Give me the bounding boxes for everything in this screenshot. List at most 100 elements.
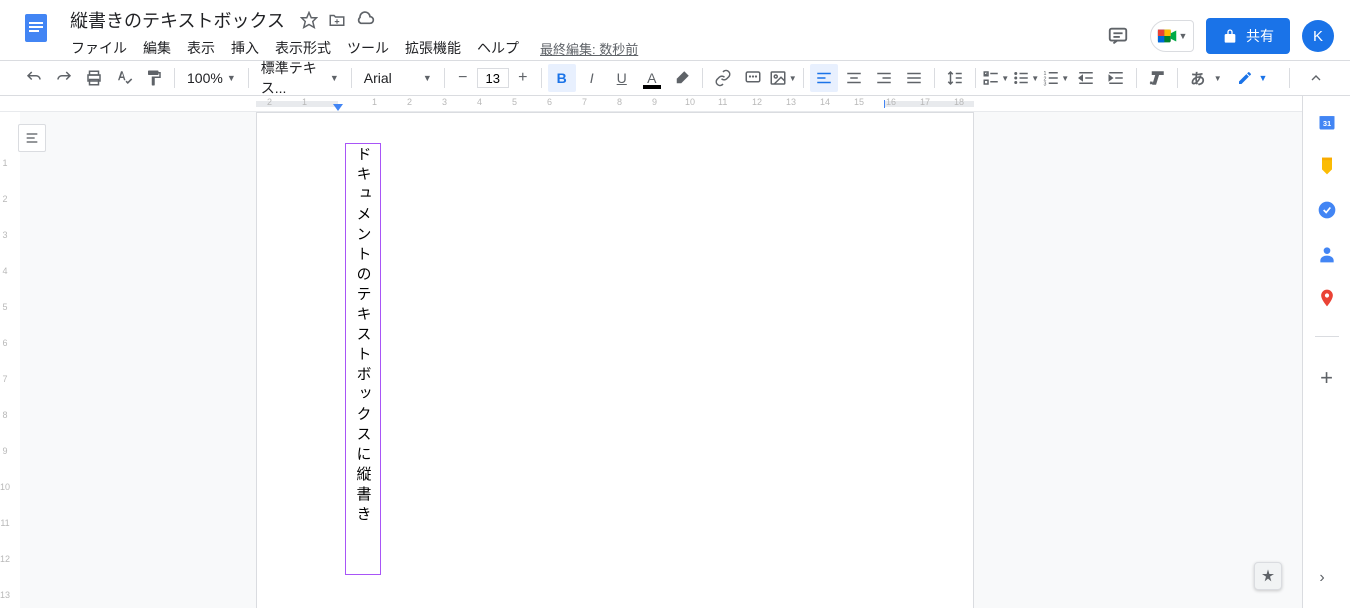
- ruler-h-tick: 5: [512, 97, 517, 107]
- side-panel-collapse-icon[interactable]: ›: [1310, 566, 1334, 590]
- outline-toggle-button[interactable]: [18, 124, 46, 152]
- ime-button[interactable]: あ: [1184, 64, 1212, 92]
- ruler-h-tick: 10: [685, 97, 695, 107]
- move-icon[interactable]: [327, 10, 347, 30]
- collapse-toolbar-icon[interactable]: [1302, 64, 1330, 92]
- style-select[interactable]: 標準テキス...▼: [255, 64, 345, 92]
- star-icon[interactable]: [299, 10, 319, 30]
- cloud-status-icon[interactable]: [355, 10, 375, 30]
- ruler-h-tick: 2: [267, 97, 272, 107]
- ruler-v-tick: 3: [0, 230, 12, 240]
- menu-view[interactable]: 表示: [180, 34, 222, 62]
- ruler-v-tick: 4: [0, 266, 12, 276]
- menu-help[interactable]: ヘルプ: [470, 34, 526, 62]
- comment-history-icon[interactable]: [1098, 16, 1138, 56]
- underline-button[interactable]: U: [608, 64, 636, 92]
- ruler-v-tick: 13: [0, 590, 12, 600]
- contacts-icon[interactable]: [1317, 244, 1337, 264]
- ruler-h-tick: 16: [886, 97, 896, 107]
- ruler-h-tick: 4: [477, 97, 482, 107]
- ruler-v-tick: 9: [0, 446, 12, 456]
- last-edit-link[interactable]: 最終編集: 数秒前: [540, 39, 638, 58]
- side-panel: 31 +: [1302, 96, 1350, 608]
- image-button[interactable]: ▼: [769, 64, 797, 92]
- horizontal-ruler[interactable]: 21123456789101112131415161718: [0, 96, 1302, 112]
- redo-button[interactable]: [50, 64, 78, 92]
- ruler-h-tick: 14: [820, 97, 830, 107]
- ruler-h-tick: 15: [854, 97, 864, 107]
- page[interactable]: ドキュメントのテキストボックスに縦書き: [256, 112, 974, 608]
- indent-increase-button[interactable]: [1102, 64, 1130, 92]
- vertical-text-box[interactable]: ドキュメントのテキストボックスに縦書き: [345, 143, 381, 575]
- font-size-increase[interactable]: +: [511, 66, 535, 90]
- ruler-h-tick: 17: [920, 97, 930, 107]
- font-size-decrease[interactable]: −: [451, 66, 475, 90]
- explore-button[interactable]: [1254, 562, 1282, 590]
- svg-text:3: 3: [1044, 82, 1047, 88]
- ruler-h-tick: 7: [582, 97, 587, 107]
- line-spacing-button[interactable]: [941, 64, 969, 92]
- text-color-button[interactable]: A: [638, 64, 666, 92]
- menu-extensions[interactable]: 拡張機能: [398, 34, 468, 62]
- ruler-h-tick: 18: [954, 97, 964, 107]
- ruler-v-tick: 8: [0, 410, 12, 420]
- undo-button[interactable]: [20, 64, 48, 92]
- share-button[interactable]: 共有: [1206, 18, 1290, 54]
- bold-button[interactable]: B: [548, 64, 576, 92]
- spellcheck-button[interactable]: [110, 64, 138, 92]
- account-avatar[interactable]: K: [1302, 20, 1334, 52]
- tasks-icon[interactable]: [1317, 200, 1337, 220]
- font-select[interactable]: Arial▼: [358, 64, 438, 92]
- vertical-text-content: ドキュメントのテキストボックスに縦書き: [353, 146, 374, 526]
- paint-format-button[interactable]: [140, 64, 168, 92]
- docs-logo[interactable]: [16, 8, 56, 48]
- menu-file[interactable]: ファイル: [64, 34, 134, 62]
- highlight-button[interactable]: [668, 64, 696, 92]
- maps-icon[interactable]: [1317, 288, 1337, 308]
- ruler-h-tick: 12: [752, 97, 762, 107]
- ruler-v-tick: 11: [0, 518, 12, 528]
- italic-button[interactable]: I: [578, 64, 606, 92]
- document-canvas[interactable]: 21123456789101112131415161718 1234567891…: [0, 96, 1302, 608]
- checklist-button[interactable]: ▼: [982, 64, 1010, 92]
- keep-icon[interactable]: [1317, 156, 1337, 176]
- align-left-button[interactable]: [810, 64, 838, 92]
- share-label: 共有: [1246, 26, 1274, 46]
- ruler-v-tick: 10: [0, 482, 12, 492]
- print-button[interactable]: [80, 64, 108, 92]
- clear-format-button[interactable]: [1143, 64, 1171, 92]
- meet-button[interactable]: ▼: [1150, 20, 1194, 52]
- menu-edit[interactable]: 編集: [136, 34, 178, 62]
- ruler-h-tick: 9: [652, 97, 657, 107]
- align-right-button[interactable]: [870, 64, 898, 92]
- indent-decrease-button[interactable]: [1072, 64, 1100, 92]
- addons-button[interactable]: +: [1320, 365, 1333, 391]
- ruler-h-tick: 3: [442, 97, 447, 107]
- ruler-v-tick: 2: [0, 194, 12, 204]
- ruler-h-tick: 13: [786, 97, 796, 107]
- link-button[interactable]: [709, 64, 737, 92]
- align-center-button[interactable]: [840, 64, 868, 92]
- menu-insert[interactable]: 挿入: [224, 34, 266, 62]
- svg-text:31: 31: [1322, 119, 1330, 128]
- toolbar: 100%▼ 標準テキス...▼ Arial▼ − + B I U A ▼ ▼ ▼…: [0, 60, 1350, 96]
- ruler-v-tick: 5: [0, 302, 12, 312]
- ruler-v-tick: 6: [0, 338, 12, 348]
- document-title[interactable]: 縦書きのテキストボックス: [64, 5, 291, 35]
- font-size-input[interactable]: [477, 68, 509, 88]
- edit-mode-button[interactable]: ▼: [1227, 65, 1277, 91]
- ruler-h-tick: 11: [718, 97, 727, 107]
- ruler-v-tick: 7: [0, 374, 12, 384]
- calendar-icon[interactable]: 31: [1317, 112, 1337, 132]
- zoom-select[interactable]: 100%▼: [181, 64, 242, 92]
- vertical-ruler[interactable]: 12345678910111213: [0, 112, 20, 608]
- ruler-h-tick: 1: [372, 97, 377, 107]
- numbered-list-button[interactable]: 123▼: [1042, 64, 1070, 92]
- ruler-h-tick: 2: [407, 97, 412, 107]
- ruler-h-tick: 6: [547, 97, 552, 107]
- comment-button[interactable]: [739, 64, 767, 92]
- bullet-list-button[interactable]: ▼: [1012, 64, 1040, 92]
- menu-tools[interactable]: ツール: [340, 34, 396, 62]
- align-justify-button[interactable]: [900, 64, 928, 92]
- ruler-v-tick: 12: [0, 554, 12, 564]
